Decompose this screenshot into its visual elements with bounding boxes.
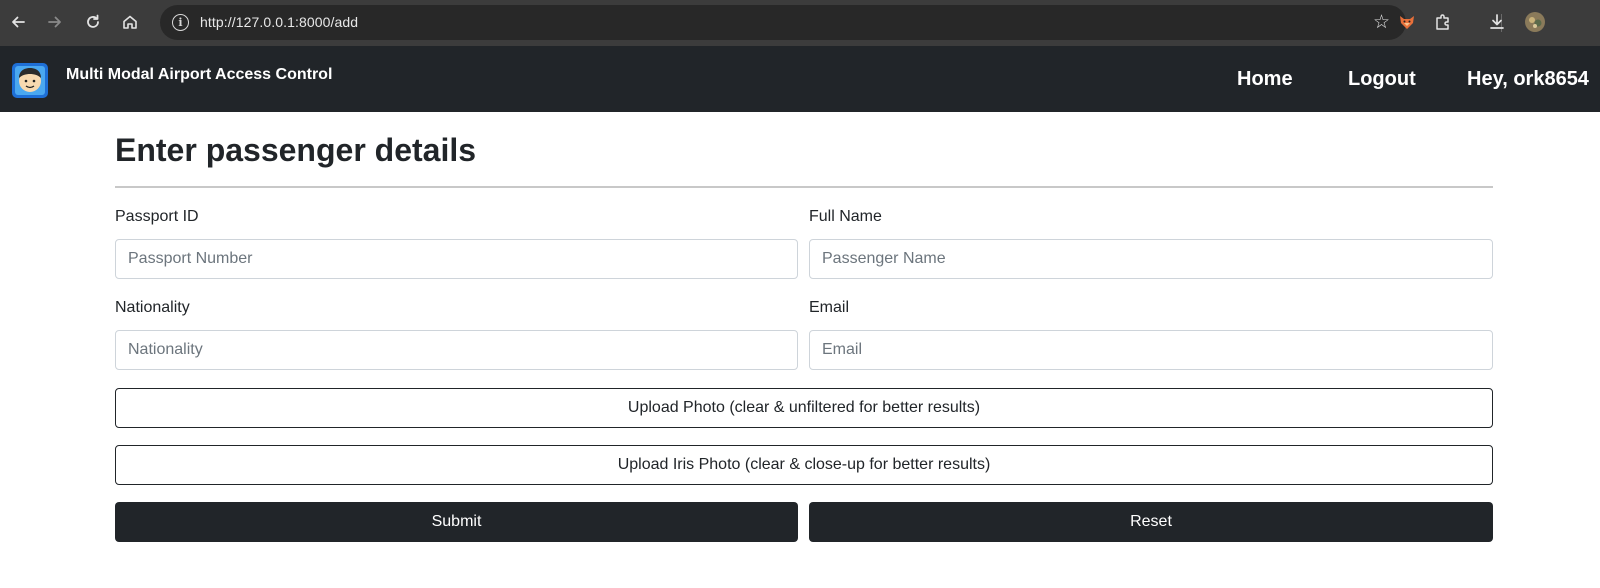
nationality-label: Nationality (115, 299, 190, 316)
nationality-input[interactable] (115, 330, 798, 370)
user-greeting[interactable]: Hey, ork8654 (1467, 68, 1589, 91)
home-icon[interactable] (118, 10, 142, 34)
upload-photo-button[interactable]: Upload Photo (clear & unfiltered for bet… (115, 388, 1493, 428)
submit-button[interactable]: Submit (115, 502, 798, 542)
back-icon[interactable] (6, 10, 30, 34)
title-divider (115, 186, 1493, 188)
passenger-name-input[interactable] (809, 239, 1493, 279)
email-label: Email (809, 299, 850, 316)
app-logo-icon[interactable] (11, 62, 49, 99)
nav-logout-link[interactable]: Logout (1348, 68, 1416, 91)
fox-extension-icon[interactable] (1396, 11, 1418, 33)
reset-button[interactable]: Reset (809, 502, 1493, 542)
browser-toolbar: i http://127.0.0.1:8000/add ☆ (0, 0, 1600, 46)
upload-iris-photo-button[interactable]: Upload Iris Photo (clear & close-up for … (115, 445, 1493, 485)
nav-home-link[interactable]: Home (1237, 68, 1293, 91)
profile-avatar-icon[interactable] (1524, 11, 1546, 33)
download-icon[interactable] (1486, 11, 1508, 33)
brand-title[interactable]: Multi Modal Airport Access Control (66, 66, 332, 84)
address-url[interactable]: http://127.0.0.1:8000/add (200, 14, 358, 30)
forward-icon[interactable] (43, 10, 67, 34)
puzzle-extensions-icon[interactable] (1432, 11, 1454, 33)
passport-number-input[interactable] (115, 239, 798, 279)
email-input[interactable] (809, 330, 1493, 370)
address-bar[interactable]: i http://127.0.0.1:8000/add ☆ (160, 5, 1406, 40)
site-info-icon[interactable]: i (172, 14, 189, 31)
page-title: Enter passenger details (115, 132, 477, 168)
passport-id-label: Passport ID (115, 208, 199, 225)
app-navbar: Multi Modal Airport Access Control Home … (0, 46, 1600, 112)
star-icon[interactable]: ☆ (1373, 11, 1390, 34)
full-name-label: Full Name (809, 208, 882, 225)
reload-icon[interactable] (81, 10, 105, 34)
